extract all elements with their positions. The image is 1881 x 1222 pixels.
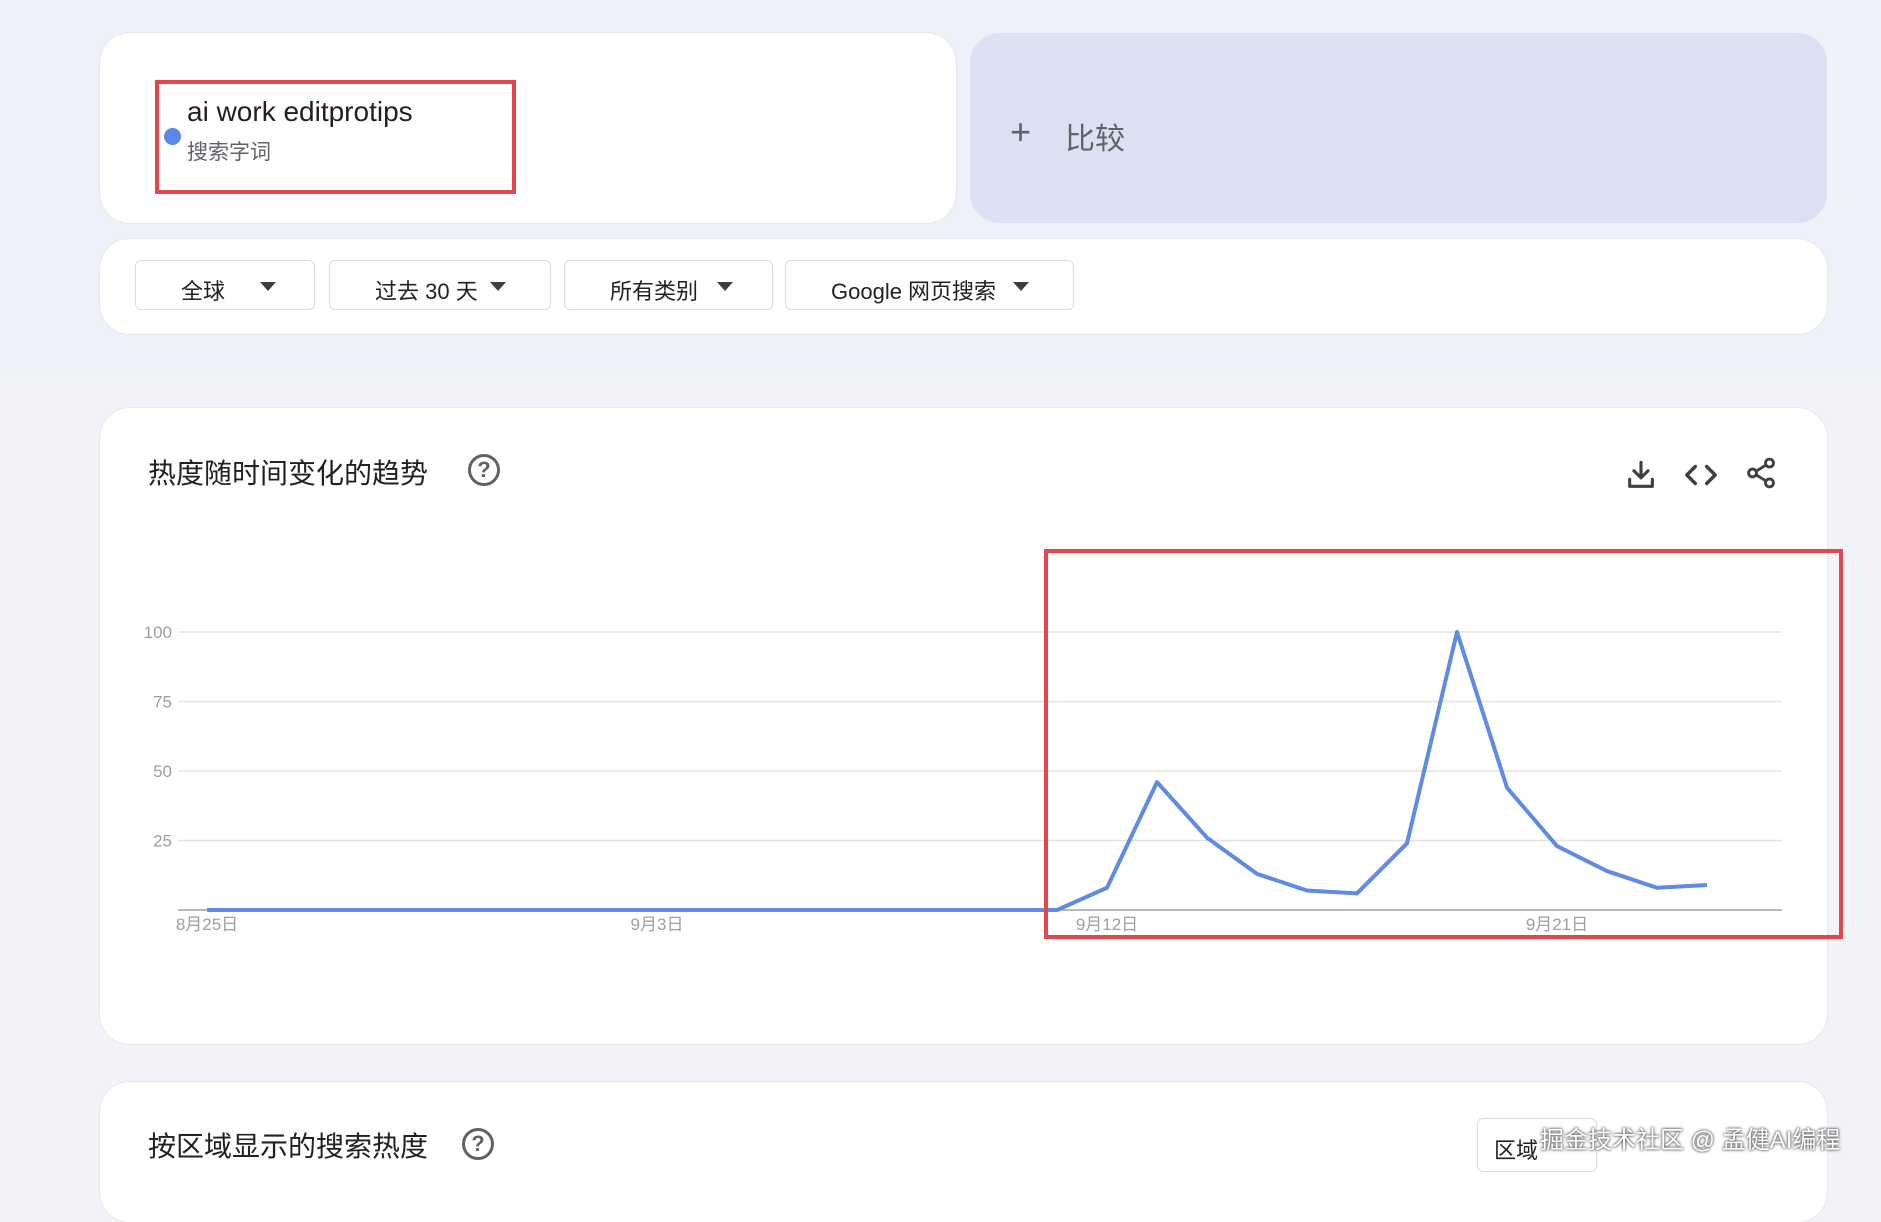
watermark: 掘金技术社区 @ 孟健AI编程 (1540, 1127, 1841, 1154)
dropdown-label: 区域 (1494, 1138, 1539, 1163)
y-tick-label: 25 (153, 832, 172, 851)
x-tick-label: 9月3日 (631, 915, 684, 934)
y-tick-label: 75 (153, 693, 172, 712)
y-tick-label: 50 (153, 762, 172, 781)
y-tick-label: 100 (144, 623, 172, 642)
help-icon[interactable]: ? (462, 1128, 494, 1160)
x-tick-label: 8月25日 (176, 915, 238, 934)
interest-by-region-title: 按区域显示的搜索热度 (148, 1131, 429, 1162)
chart-highlight-box (1044, 549, 1843, 939)
